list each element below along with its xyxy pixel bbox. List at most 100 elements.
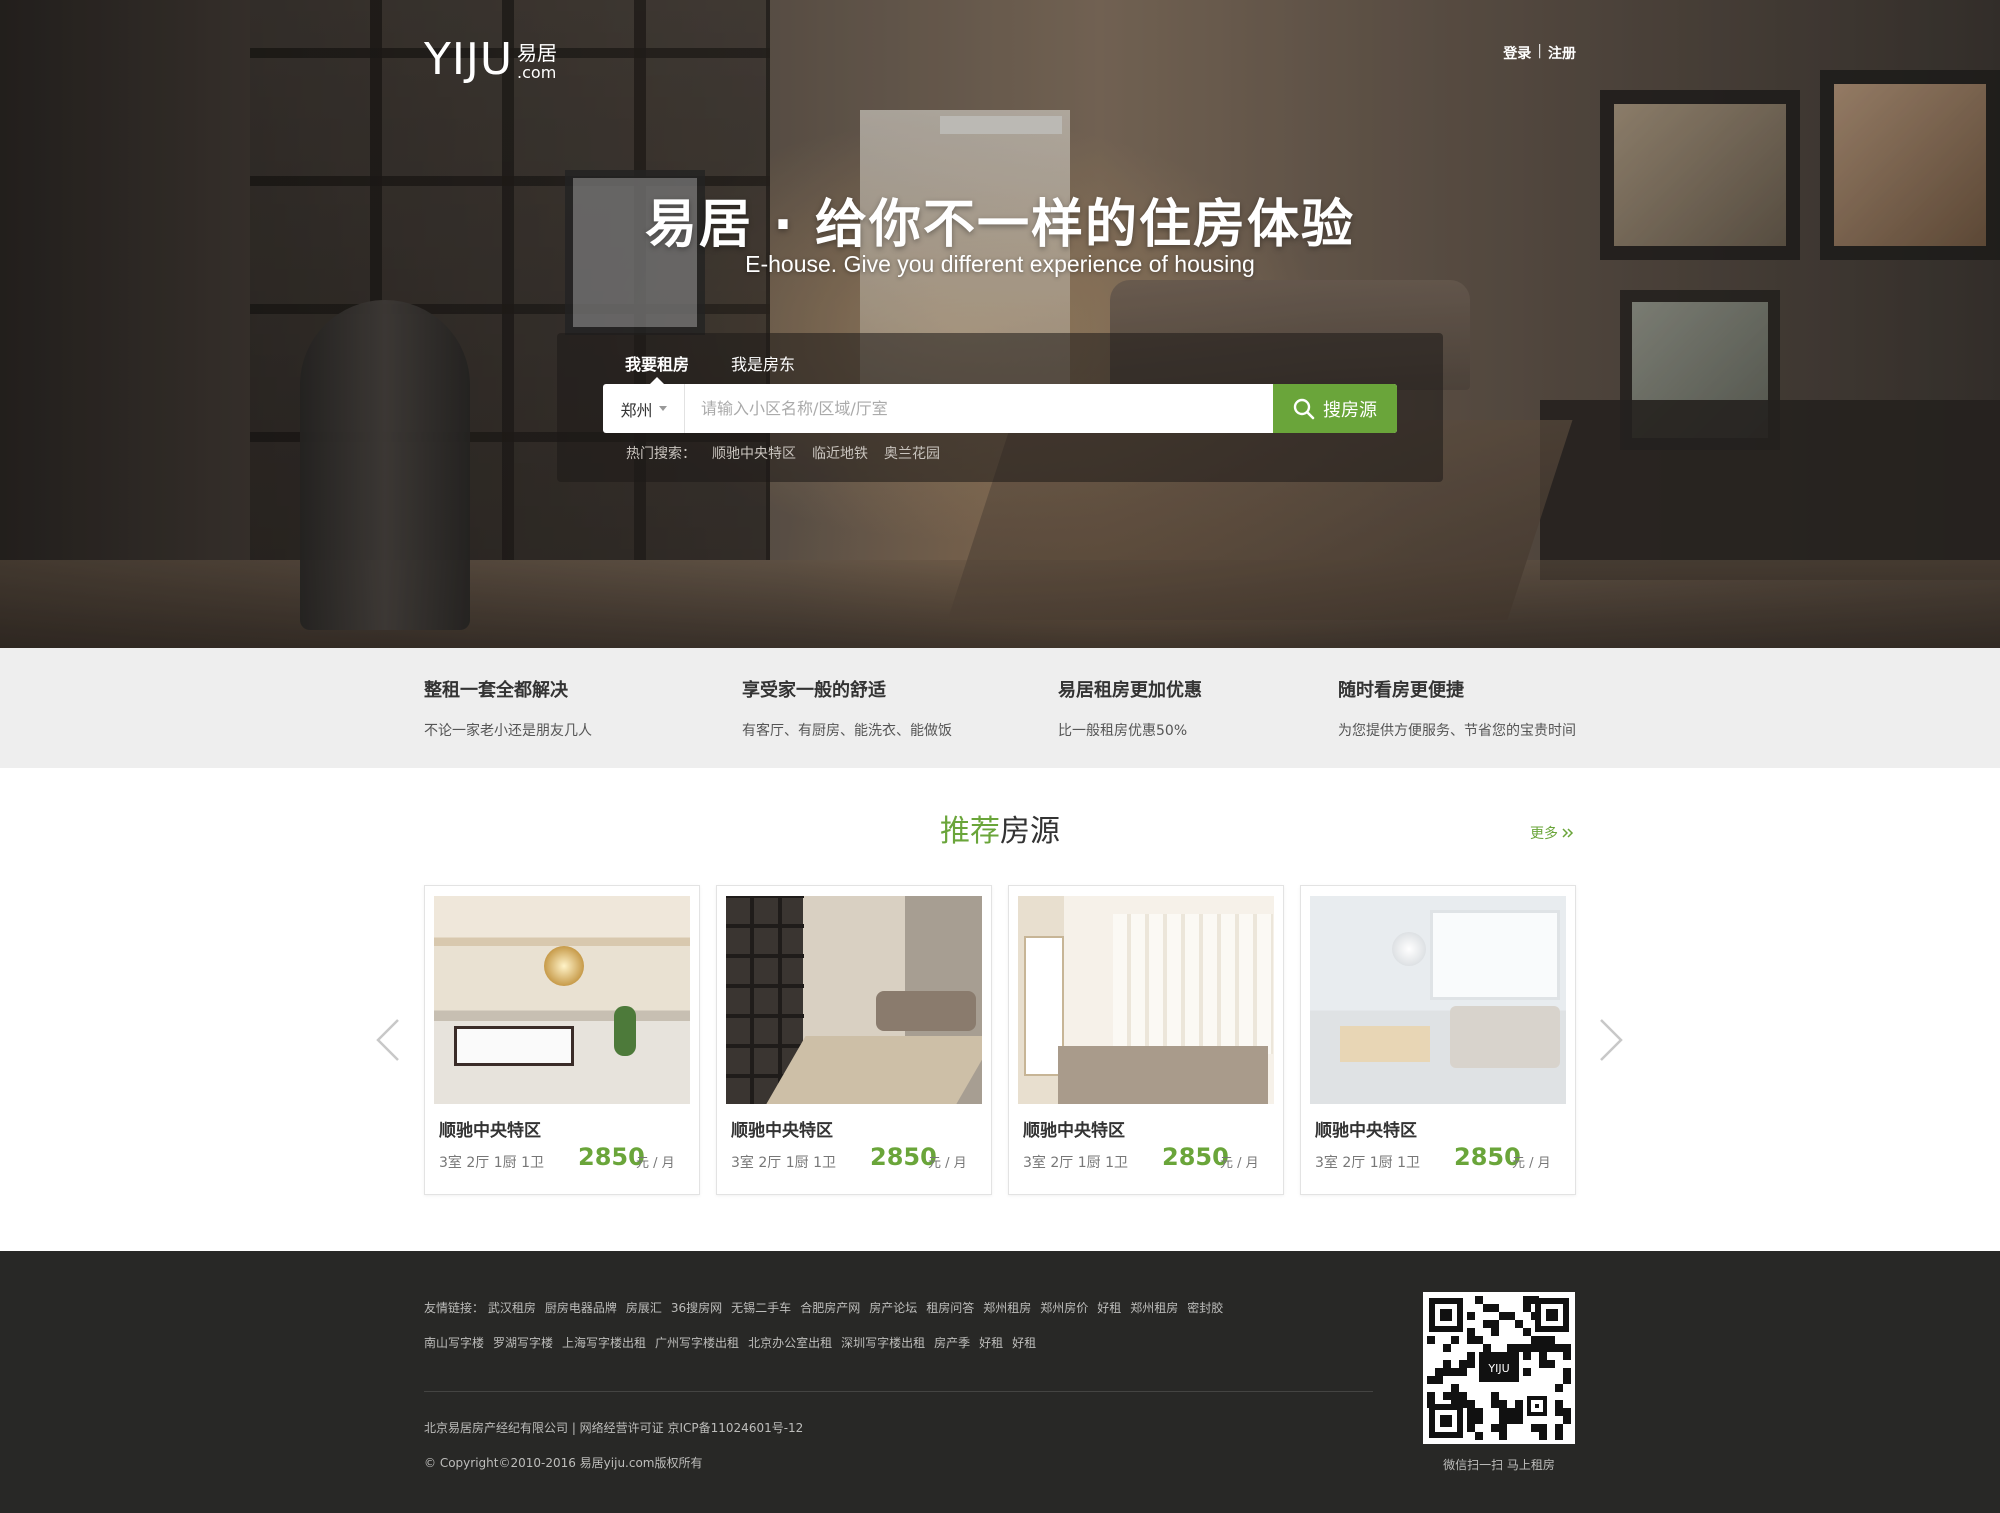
qr-module xyxy=(1491,1424,1499,1432)
listing-price-unit: 元 / 月 xyxy=(928,1156,967,1171)
listing-photo xyxy=(1310,896,1566,1104)
hot-searches: 热门搜索： 顺驰中央特区 临近地铁 奥兰花园 xyxy=(626,443,940,463)
friend-link[interactable]: 好租 xyxy=(979,1336,1003,1350)
qr-module xyxy=(1451,1368,1459,1376)
friend-link[interactable]: 南山写字楼 xyxy=(424,1336,484,1350)
listing-name: 顺驰中央特区 xyxy=(731,1121,833,1141)
qr-module xyxy=(1563,1376,1571,1384)
friend-link[interactable]: 深圳写字楼出租 xyxy=(841,1336,925,1350)
friend-link[interactable]: 房展汇 xyxy=(626,1301,662,1315)
listing-card[interactable]: 顺驰中央特区 3室 2厅 1厨 1卫 2850 元 / 月 xyxy=(716,885,992,1195)
login-link[interactable]: 登录 xyxy=(1503,43,1531,63)
listing-card[interactable]: 顺驰中央特区 3室 2厅 1厨 1卫 2850 元 / 月 xyxy=(424,885,700,1195)
listing-price-unit: 元 / 月 xyxy=(1512,1156,1551,1171)
qr-module xyxy=(1507,1416,1515,1424)
listing-photo xyxy=(726,896,982,1104)
more-link[interactable]: 更多 xyxy=(1530,823,1574,843)
feature-title: 整租一套全都解决 xyxy=(424,680,568,701)
friend-link[interactable]: 郑州租房 xyxy=(983,1301,1031,1315)
qr-module xyxy=(1531,1336,1539,1344)
qr-module xyxy=(1427,1376,1435,1384)
listing-card[interactable]: 顺驰中央特区 3室 2厅 1厨 1卫 2850 元 / 月 xyxy=(1008,885,1284,1195)
tab-rent[interactable]: 我要租房 xyxy=(625,351,689,384)
hot-search-item[interactable]: 奥兰花园 xyxy=(884,443,940,463)
more-label: 更多 xyxy=(1530,826,1558,842)
tab-landlord[interactable]: 我是房东 xyxy=(731,351,795,375)
friend-links-row: 南山写字楼 罗湖写字楼 上海写字楼出租 广州写字楼出租 北京办公室出租 深圳写字楼出租 房产… xyxy=(424,1326,1254,1361)
feature-desc: 比一般租房优惠50% xyxy=(1058,723,1188,739)
qr-module xyxy=(1563,1408,1571,1416)
friend-link[interactable]: 上海写字楼出租 xyxy=(562,1336,646,1350)
listing-layout: 3室 2厅 1厨 1卫 xyxy=(1315,1155,1420,1171)
city-selector[interactable]: 郑州 xyxy=(603,384,685,433)
friend-link[interactable]: 厨房电器品牌 xyxy=(545,1301,617,1315)
listing-card[interactable]: 顺驰中央特区 3室 2厅 1厨 1卫 2850 元 / 月 xyxy=(1300,885,1576,1195)
qr-module xyxy=(1523,1368,1531,1376)
qr-module xyxy=(1531,1344,1539,1352)
qr-module xyxy=(1531,1312,1539,1320)
qr-module xyxy=(1459,1360,1467,1368)
qr-module xyxy=(1555,1432,1563,1440)
listing-price: 2850 xyxy=(1162,1143,1229,1171)
qr-module xyxy=(1555,1400,1563,1408)
qr-caption: 微信扫一扫 马上租房 xyxy=(1443,1458,1555,1472)
friend-link[interactable]: 房产季 xyxy=(934,1336,970,1350)
search-button[interactable]: 搜房源 xyxy=(1273,384,1397,433)
friend-link[interactable]: 密封胶 xyxy=(1187,1301,1223,1315)
friend-link[interactable]: 房产论坛 xyxy=(869,1301,917,1315)
qr-module xyxy=(1435,1368,1443,1376)
search-input[interactable] xyxy=(685,384,1273,433)
friend-link[interactable]: 北京办公室出租 xyxy=(748,1336,832,1350)
qr-module xyxy=(1531,1424,1539,1432)
qr-module xyxy=(1499,1432,1507,1440)
qr-module xyxy=(1443,1360,1451,1368)
qr-module xyxy=(1499,1312,1507,1320)
qr-module xyxy=(1491,1328,1499,1336)
friend-link[interactable]: 好租 xyxy=(1012,1336,1036,1350)
qr-module xyxy=(1459,1368,1467,1376)
register-link[interactable]: 注册 xyxy=(1548,43,1576,63)
qr-module xyxy=(1515,1344,1523,1352)
friend-link[interactable]: 合肥房产网 xyxy=(800,1301,860,1315)
qr-module xyxy=(1523,1304,1531,1312)
friend-link[interactable]: 罗湖写字楼 xyxy=(493,1336,553,1350)
chevron-right-icon[interactable] xyxy=(1595,1018,1625,1062)
search-tabs: 我要租房 我是房东 xyxy=(625,351,795,384)
qr-module xyxy=(1451,1384,1459,1392)
hot-search-item[interactable]: 临近地铁 xyxy=(812,443,868,463)
qr-module xyxy=(1451,1400,1459,1408)
listing-price-unit: 元 / 月 xyxy=(636,1156,675,1171)
qr-module xyxy=(1467,1328,1475,1336)
hero-slogan-english: E-house. Give you different experience o… xyxy=(745,251,1255,277)
feature-strip: 整租一套全都解决 不论一家老小还是朋友几人 享受家一般的舒适 有客厅、有厨房、能… xyxy=(0,648,2000,768)
qr-module xyxy=(1555,1424,1563,1432)
friend-link[interactable]: 武汉租房 xyxy=(488,1301,536,1315)
friend-link[interactable]: 郑州租房 xyxy=(1130,1301,1178,1315)
qr-module xyxy=(1547,1360,1555,1368)
qr-module xyxy=(1427,1392,1435,1400)
search-icon xyxy=(1293,398,1315,419)
qr-logo: YIJU xyxy=(1487,1362,1509,1375)
qr-module xyxy=(1475,1408,1483,1416)
friend-link[interactable]: 租房问答 xyxy=(926,1301,974,1315)
qr-module xyxy=(1547,1336,1555,1344)
friend-link[interactable]: 广州写字楼出租 xyxy=(655,1336,739,1350)
friend-link[interactable]: 好租 xyxy=(1097,1301,1121,1315)
qr-module xyxy=(1499,1416,1507,1424)
friend-link[interactable]: 无锡二手车 xyxy=(731,1301,791,1315)
qr-module xyxy=(1459,1400,1467,1408)
qr-module xyxy=(1531,1296,1539,1304)
listing-layout: 3室 2厅 1厨 1卫 xyxy=(731,1155,836,1171)
listing-photo xyxy=(434,896,690,1104)
qr-module xyxy=(1499,1408,1507,1416)
qr-module xyxy=(1451,1336,1459,1344)
hero-slogan: 易居 · 给你不一样的住房体验 xyxy=(645,195,1355,255)
friend-links-row: 友情链接： 武汉租房 厨房电器品牌 房展汇 36搜房网 无锡二手车 合肥房产网 房产论坛 租房… xyxy=(424,1291,1254,1326)
friend-link[interactable]: 36搜房网 xyxy=(671,1301,722,1315)
qr-module xyxy=(1539,1336,1547,1344)
hot-search-item[interactable]: 顺驰中央特区 xyxy=(712,443,796,463)
friend-link[interactable]: 郑州房价 xyxy=(1040,1301,1088,1315)
chevron-left-icon[interactable] xyxy=(374,1018,404,1062)
qr-module xyxy=(1475,1432,1483,1440)
site-logo[interactable]: YIJU 易居 .com xyxy=(424,38,557,82)
